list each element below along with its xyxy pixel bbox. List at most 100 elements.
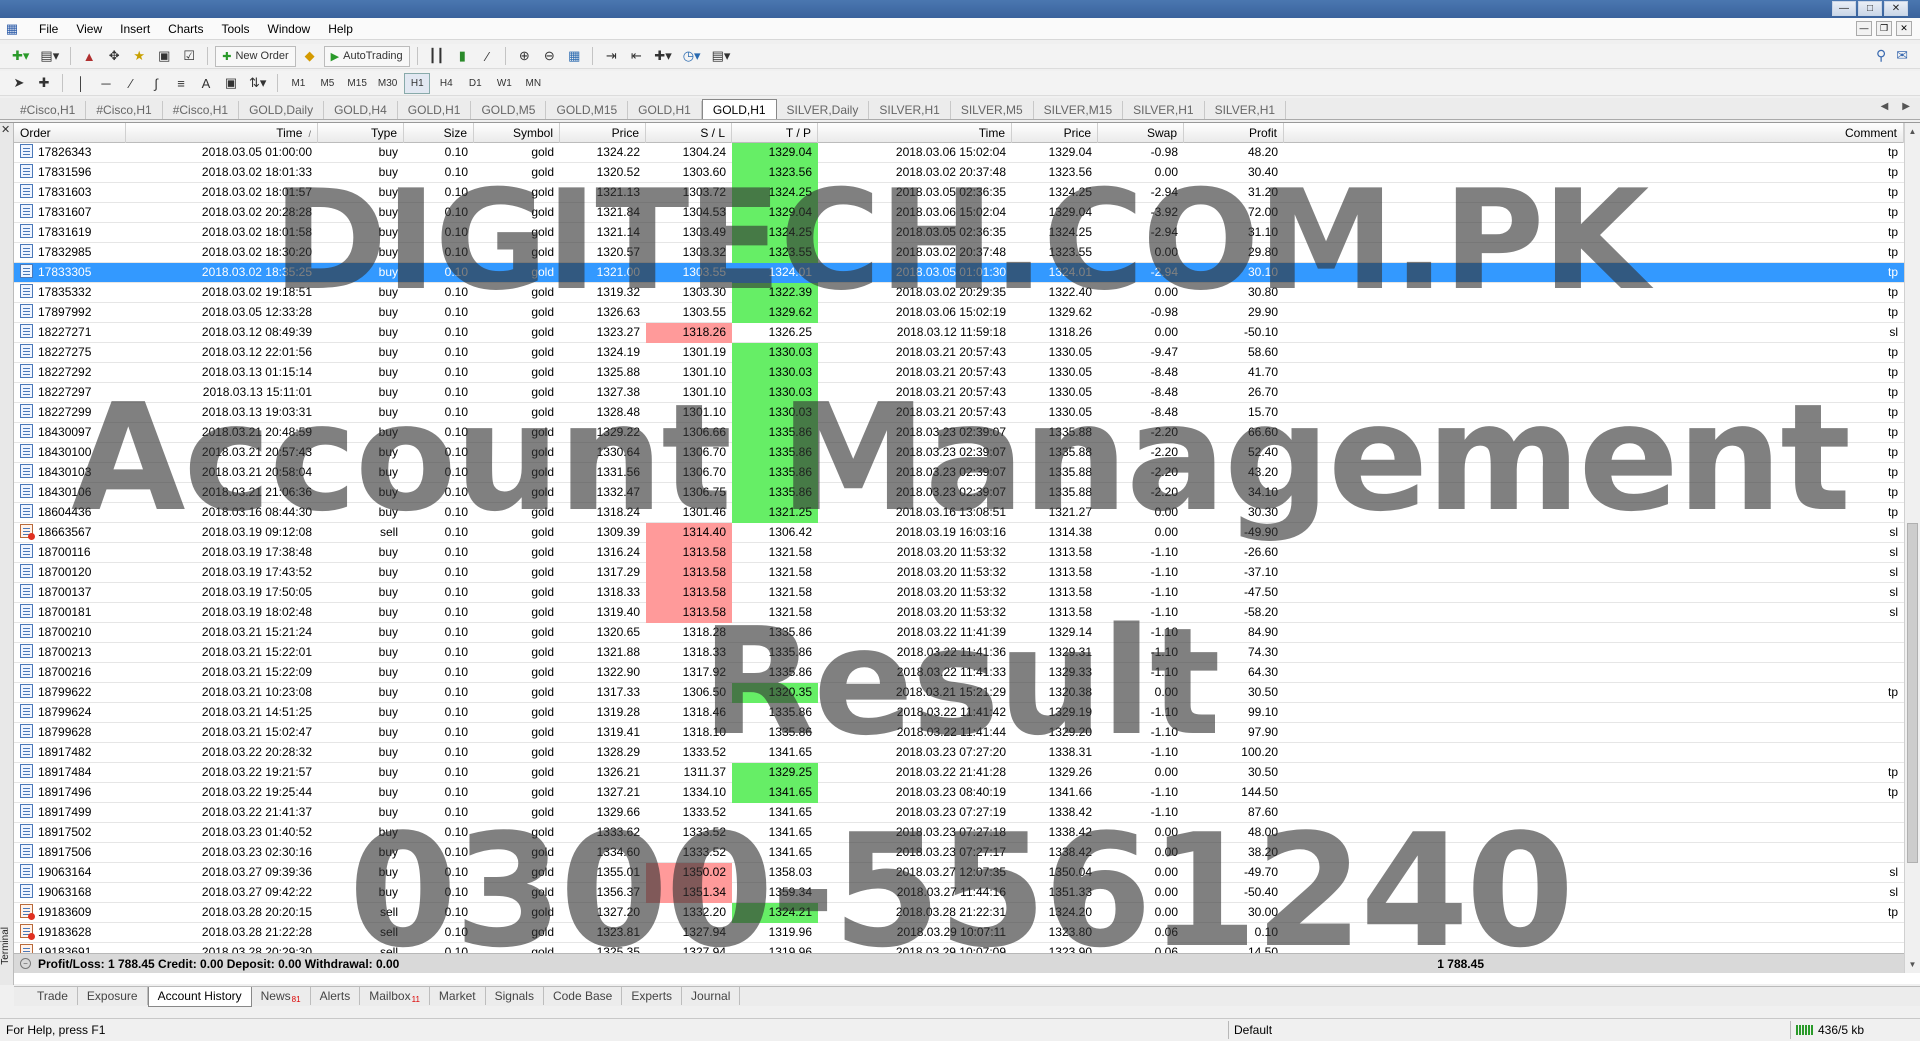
- terminal-tab-mailbox[interactable]: Mailbox11: [360, 987, 430, 1005]
- table-row[interactable]: 18700181 2018.03.19 18:02:48 buy 0.10 gold 13…: [14, 603, 1904, 623]
- table-row[interactable]: 18917484 2018.03.22 19:21:57 buy 0.10 gold 13…: [14, 763, 1904, 783]
- table-row[interactable]: 19183609 2018.03.28 20:20:15 sell 0.10 gold 1…: [14, 903, 1904, 923]
- table-row[interactable]: 17835332 2018.03.02 19:18:51 buy 0.10 gold 13…: [14, 283, 1904, 303]
- column-header-order[interactable]: Order: [14, 123, 126, 143]
- table-row[interactable]: 17826343 2018.03.05 01:00:00 buy 0.10 gold 13…: [14, 143, 1904, 163]
- column-header-close-time[interactable]: Time: [818, 123, 1012, 143]
- cursor-icon[interactable]: ➤: [8, 73, 30, 94]
- chart-tab[interactable]: GOLD,M15: [546, 101, 629, 119]
- terminal-tab-news[interactable]: News81: [252, 987, 311, 1005]
- table-row[interactable]: 17831603 2018.03.02 18:01:57 buy 0.10 gold 13…: [14, 183, 1904, 203]
- templates-icon[interactable]: ▤▾: [708, 46, 735, 67]
- text-label-icon[interactable]: ▣: [220, 73, 242, 94]
- arrows-icon[interactable]: ⇅▾: [245, 73, 270, 94]
- table-row[interactable]: 18700116 2018.03.19 17:38:48 buy 0.10 gold 13…: [14, 543, 1904, 563]
- table-row[interactable]: 18227275 2018.03.12 22:01:56 buy 0.10 gold 13…: [14, 343, 1904, 363]
- chart-tab[interactable]: GOLD,Daily: [239, 101, 325, 119]
- scroll-up-icon[interactable]: ▲: [1905, 123, 1920, 140]
- vertical-scrollbar[interactable]: ▲ ▼: [1904, 123, 1920, 973]
- chart-tab[interactable]: SILVER,H1: [1205, 101, 1287, 119]
- new-chart-icon[interactable]: ✚▾: [8, 46, 33, 67]
- column-header-sl[interactable]: S / L: [646, 123, 732, 143]
- chart-tab[interactable]: #Cisco,H1: [10, 101, 87, 119]
- auto-scroll-icon[interactable]: ⇥: [600, 46, 622, 67]
- menu-help[interactable]: Help: [319, 18, 362, 40]
- terminal-tab-code-base[interactable]: Code Base: [544, 987, 623, 1005]
- terminal-tab-exposure[interactable]: Exposure: [78, 987, 148, 1005]
- table-row[interactable]: 17832985 2018.03.02 18:30:20 buy 0.10 gold 13…: [14, 243, 1904, 263]
- column-header-open-time[interactable]: Time /: [126, 123, 318, 143]
- table-row[interactable]: 19183691 2018.03.28 20:29:30 sell 0.10 gold 1…: [14, 943, 1904, 953]
- table-row[interactable]: 17897992 2018.03.05 12:33:28 buy 0.10 gold 13…: [14, 303, 1904, 323]
- data-window-icon[interactable]: ✥: [103, 46, 125, 67]
- table-row[interactable]: 18227292 2018.03.13 01:15:14 buy 0.10 gold 13…: [14, 363, 1904, 383]
- close-icon[interactable]: ✕: [1884, 1, 1908, 16]
- new-order-button[interactable]: ✚ New Order: [215, 45, 296, 67]
- chevron-left-icon[interactable]: ◀: [1881, 101, 1889, 112]
- table-row[interactable]: 18227271 2018.03.12 08:49:39 buy 0.10 gold 13…: [14, 323, 1904, 343]
- chart-tab[interactable]: SILVER,Daily: [777, 101, 870, 119]
- navigator-icon[interactable]: ★: [128, 46, 150, 67]
- table-row[interactable]: 18917506 2018.03.23 02:30:16 buy 0.10 gold 13…: [14, 843, 1904, 863]
- column-header-symbol[interactable]: Symbol: [474, 123, 560, 143]
- table-row[interactable]: 19063164 2018.03.27 09:39:36 buy 0.10 gold 13…: [14, 863, 1904, 883]
- scroll-thumb[interactable]: [1907, 523, 1918, 863]
- menu-charts[interactable]: Charts: [159, 18, 212, 40]
- table-row[interactable]: 18430097 2018.03.21 20:48:59 buy 0.10 gold 13…: [14, 423, 1904, 443]
- chart-tab[interactable]: GOLD,H1: [398, 101, 472, 119]
- table-row[interactable]: 18700216 2018.03.21 15:22:09 buy 0.10 gold 13…: [14, 663, 1904, 683]
- terminal-tab-signals[interactable]: Signals: [486, 987, 544, 1005]
- table-row[interactable]: 18917482 2018.03.22 20:28:32 buy 0.10 gold 13…: [14, 743, 1904, 763]
- mdi-minimize-icon[interactable]: —: [1856, 21, 1872, 36]
- vertical-line-icon[interactable]: │: [70, 73, 92, 94]
- table-row[interactable]: 18227297 2018.03.13 15:11:01 buy 0.10 gold 13…: [14, 383, 1904, 403]
- search-icon[interactable]: ⚲: [1876, 47, 1886, 64]
- chart-tab[interactable]: #Cisco,H1: [86, 101, 163, 119]
- channel-icon[interactable]: ∫: [145, 73, 167, 94]
- chart-tab[interactable]: GOLD,H1: [701, 99, 777, 119]
- column-header-type[interactable]: Type: [318, 123, 404, 143]
- timeframe-m15[interactable]: M15: [343, 73, 370, 94]
- market-watch-icon[interactable]: ▲: [78, 46, 100, 67]
- timeframe-m5[interactable]: M5: [314, 73, 340, 94]
- table-row[interactable]: 18799628 2018.03.21 15:02:47 buy 0.10 gold 13…: [14, 723, 1904, 743]
- column-header-open-price[interactable]: Price: [560, 123, 646, 143]
- table-row[interactable]: 18430106 2018.03.21 21:06:36 buy 0.10 gold 13…: [14, 483, 1904, 503]
- status-profile[interactable]: Default: [1234, 1019, 1272, 1041]
- zoom-in-icon[interactable]: ⊕: [513, 46, 535, 67]
- trendline-icon[interactable]: ∕: [120, 73, 142, 94]
- terminal-tab-account-history[interactable]: Account History: [147, 987, 252, 1007]
- profiles-icon[interactable]: ▤▾: [36, 46, 63, 67]
- chart-tab[interactable]: SILVER,H1: [869, 101, 951, 119]
- column-header-swap[interactable]: Swap: [1098, 123, 1184, 143]
- chat-icon[interactable]: ✉: [1896, 47, 1908, 64]
- column-header-tp[interactable]: T / P: [732, 123, 818, 143]
- timeframe-m30[interactable]: M30: [374, 73, 401, 94]
- timeframe-mn[interactable]: MN: [520, 73, 546, 94]
- table-row[interactable]: 18663567 2018.03.19 09:12:08 sell 0.10 gold 1…: [14, 523, 1904, 543]
- app-icon[interactable]: ▦: [4, 21, 20, 37]
- chart-tab[interactable]: #Cisco,H1: [163, 101, 240, 119]
- chart-tab[interactable]: SILVER,H1: [1123, 101, 1205, 119]
- periods-icon[interactable]: ◷▾: [679, 46, 705, 67]
- menu-file[interactable]: File: [30, 18, 67, 40]
- indicators-icon[interactable]: ✚▾: [650, 46, 675, 67]
- chart-shift-icon[interactable]: ⇤: [625, 46, 647, 67]
- candlestick-icon[interactable]: ▮: [451, 46, 473, 67]
- menu-insert[interactable]: Insert: [111, 18, 159, 40]
- chevron-right-icon[interactable]: ▶: [1902, 101, 1910, 112]
- strategy-tester-icon[interactable]: ☑: [178, 46, 200, 67]
- fibonacci-icon[interactable]: ≡: [170, 73, 192, 94]
- table-row[interactable]: 18700137 2018.03.19 17:50:05 buy 0.10 gold 13…: [14, 583, 1904, 603]
- timeframe-w1[interactable]: W1: [491, 73, 517, 94]
- terminal-tab-experts[interactable]: Experts: [622, 987, 683, 1005]
- chart-tab[interactable]: GOLD,M5: [471, 101, 547, 119]
- terminal-icon[interactable]: ▣: [153, 46, 175, 67]
- metaeditor-icon[interactable]: ◆: [299, 46, 321, 67]
- table-row[interactable]: 18917499 2018.03.22 21:41:37 buy 0.10 gold 13…: [14, 803, 1904, 823]
- table-row[interactable]: 17831619 2018.03.02 18:01:58 buy 0.10 gold 13…: [14, 223, 1904, 243]
- column-header-size[interactable]: Size: [404, 123, 474, 143]
- mdi-restore-icon[interactable]: ❐: [1876, 21, 1892, 36]
- table-row[interactable]: 18917496 2018.03.22 19:25:44 buy 0.10 gold 13…: [14, 783, 1904, 803]
- line-chart-icon[interactable]: ∕: [476, 46, 498, 67]
